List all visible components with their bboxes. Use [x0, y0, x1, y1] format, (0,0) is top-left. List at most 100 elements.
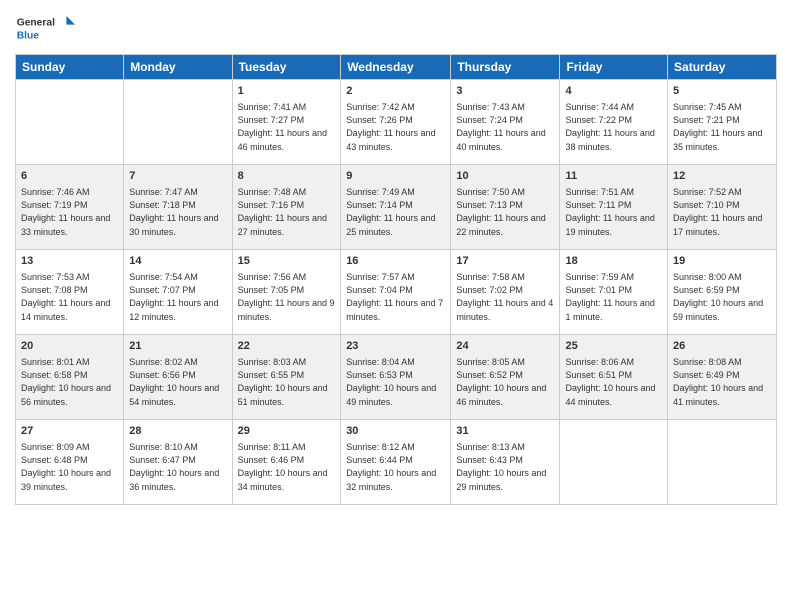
header: General Blue: [15, 10, 777, 46]
calendar-cell: 4 Sunrise: 7:44 AM Sunset: 7:22 PM Daylig…: [560, 80, 668, 165]
day-header-sunday: Sunday: [16, 55, 124, 80]
week-row-4: 27 Sunrise: 8:09 AM Sunset: 6:48 PM Dayli…: [16, 420, 777, 505]
week-row-3: 20 Sunrise: 8:01 AM Sunset: 6:58 PM Dayli…: [16, 335, 777, 420]
day-number: 20: [21, 339, 118, 354]
calendar-cell: 10 Sunrise: 7:50 AM Sunset: 7:13 PM Dayli…: [451, 165, 560, 250]
day-number: 15: [238, 254, 336, 269]
day-info: Sunrise: 7:49 AM Sunset: 7:14 PM Dayligh…: [346, 186, 445, 238]
day-info: Sunrise: 7:52 AM Sunset: 7:10 PM Dayligh…: [673, 186, 771, 238]
week-row-2: 13Sunrise: 7:53 AM Sunset: 7:08 PM Dayli…: [16, 250, 777, 335]
calendar-cell: 6 Sunrise: 7:46 AM Sunset: 7:19 PM Daylig…: [16, 165, 124, 250]
day-header-wednesday: Wednesday: [341, 55, 451, 80]
calendar-cell: 14Sunrise: 7:54 AM Sunset: 7:07 PM Dayli…: [124, 250, 232, 335]
calendar-cell: 21 Sunrise: 8:02 AM Sunset: 6:56 PM Dayli…: [124, 335, 232, 420]
day-info: Sunrise: 7:45 AM Sunset: 7:21 PM Dayligh…: [673, 101, 771, 153]
day-number: 30: [346, 424, 445, 439]
day-info: Sunrise: 7:42 AM Sunset: 7:26 PM Dayligh…: [346, 101, 445, 153]
day-header-monday: Monday: [124, 55, 232, 80]
calendar-cell: 15 Sunrise: 7:56 AM Sunset: 7:05 PM Dayli…: [232, 250, 341, 335]
day-number: 18: [565, 254, 662, 269]
day-info: Sunrise: 8:00 AM Sunset: 6:59 PM Dayligh…: [673, 271, 771, 323]
day-number: 6: [21, 169, 118, 184]
day-info: Sunrise: 8:11 AM Sunset: 6:46 PM Dayligh…: [238, 441, 336, 493]
calendar-cell: 8 Sunrise: 7:48 AM Sunset: 7:16 PM Daylig…: [232, 165, 341, 250]
day-info: Sunrise: 8:09 AM Sunset: 6:48 PM Dayligh…: [21, 441, 118, 493]
day-info: Sunrise: 7:46 AM Sunset: 7:19 PM Dayligh…: [21, 186, 118, 238]
day-number: 19: [673, 254, 771, 269]
day-header-row: SundayMondayTuesdayWednesdayThursdayFrid…: [16, 55, 777, 80]
day-info: Sunrise: 7:44 AM Sunset: 7:22 PM Dayligh…: [565, 101, 662, 153]
day-number: 29: [238, 424, 336, 439]
calendar-cell: 12 Sunrise: 7:52 AM Sunset: 7:10 PM Dayli…: [668, 165, 777, 250]
calendar-cell: [124, 80, 232, 165]
calendar-cell: 7Sunrise: 7:47 AM Sunset: 7:18 PM Daylig…: [124, 165, 232, 250]
day-number: 5: [673, 84, 771, 99]
day-info: Sunrise: 8:08 AM Sunset: 6:49 PM Dayligh…: [673, 356, 771, 408]
day-info: Sunrise: 7:43 AM Sunset: 7:24 PM Dayligh…: [456, 101, 554, 153]
day-number: 23: [346, 339, 445, 354]
day-info: Sunrise: 7:41 AM Sunset: 7:27 PM Dayligh…: [238, 101, 336, 153]
week-row-0: 1 Sunrise: 7:41 AM Sunset: 7:27 PM Daylig…: [16, 80, 777, 165]
day-number: 27: [21, 424, 118, 439]
day-info: Sunrise: 8:04 AM Sunset: 6:53 PM Dayligh…: [346, 356, 445, 408]
day-number: 24: [456, 339, 554, 354]
day-info: Sunrise: 7:51 AM Sunset: 7:11 PM Dayligh…: [565, 186, 662, 238]
calendar-body: 1 Sunrise: 7:41 AM Sunset: 7:27 PM Daylig…: [16, 80, 777, 505]
calendar-cell: [668, 420, 777, 505]
calendar-cell: 23 Sunrise: 8:04 AM Sunset: 6:53 PM Dayli…: [341, 335, 451, 420]
day-number: 4: [565, 84, 662, 99]
day-number: 31: [456, 424, 554, 439]
svg-text:General: General: [17, 17, 55, 28]
calendar-cell: 19 Sunrise: 8:00 AM Sunset: 6:59 PM Dayli…: [668, 250, 777, 335]
day-number: 1: [238, 84, 336, 99]
day-number: 22: [238, 339, 336, 354]
day-number: 13: [21, 254, 118, 269]
page: General Blue SundayMondayTuesdayWednesda…: [0, 0, 792, 612]
calendar-cell: 24 Sunrise: 8:05 AM Sunset: 6:52 PM Dayli…: [451, 335, 560, 420]
calendar-cell: 26 Sunrise: 8:08 AM Sunset: 6:49 PM Dayli…: [668, 335, 777, 420]
calendar-cell: 5 Sunrise: 7:45 AM Sunset: 7:21 PM Daylig…: [668, 80, 777, 165]
day-info: Sunrise: 8:02 AM Sunset: 6:56 PM Dayligh…: [129, 356, 226, 408]
calendar-cell: [16, 80, 124, 165]
svg-text:Blue: Blue: [17, 30, 40, 41]
calendar-cell: 16Sunrise: 7:57 AM Sunset: 7:04 PM Dayli…: [341, 250, 451, 335]
day-info: Sunrise: 8:12 AM Sunset: 6:44 PM Dayligh…: [346, 441, 445, 493]
day-info: Sunrise: 7:47 AM Sunset: 7:18 PM Dayligh…: [129, 186, 226, 238]
day-number: 26: [673, 339, 771, 354]
day-info: Sunrise: 8:10 AM Sunset: 6:47 PM Dayligh…: [129, 441, 226, 493]
day-info: Sunrise: 7:58 AM Sunset: 7:02 PM Dayligh…: [456, 271, 554, 323]
day-info: Sunrise: 7:50 AM Sunset: 7:13 PM Dayligh…: [456, 186, 554, 238]
logo-svg: General Blue: [15, 10, 75, 46]
calendar-cell: 28 Sunrise: 8:10 AM Sunset: 6:47 PM Dayli…: [124, 420, 232, 505]
day-number: 21: [129, 339, 226, 354]
day-info: Sunrise: 8:06 AM Sunset: 6:51 PM Dayligh…: [565, 356, 662, 408]
day-number: 2: [346, 84, 445, 99]
day-header-saturday: Saturday: [668, 55, 777, 80]
logo: General Blue: [15, 10, 75, 46]
calendar-cell: 17Sunrise: 7:58 AM Sunset: 7:02 PM Dayli…: [451, 250, 560, 335]
day-number: 10: [456, 169, 554, 184]
day-number: 12: [673, 169, 771, 184]
day-number: 8: [238, 169, 336, 184]
day-number: 9: [346, 169, 445, 184]
calendar-cell: 2 Sunrise: 7:42 AM Sunset: 7:26 PM Daylig…: [341, 80, 451, 165]
day-info: Sunrise: 7:48 AM Sunset: 7:16 PM Dayligh…: [238, 186, 336, 238]
day-header-tuesday: Tuesday: [232, 55, 341, 80]
calendar-cell: 9 Sunrise: 7:49 AM Sunset: 7:14 PM Daylig…: [341, 165, 451, 250]
day-number: 25: [565, 339, 662, 354]
day-header-friday: Friday: [560, 55, 668, 80]
day-number: 16: [346, 254, 445, 269]
day-info: Sunrise: 8:01 AM Sunset: 6:58 PM Dayligh…: [21, 356, 118, 408]
calendar: SundayMondayTuesdayWednesdayThursdayFrid…: [15, 54, 777, 505]
day-number: 28: [129, 424, 226, 439]
day-info: Sunrise: 7:56 AM Sunset: 7:05 PM Dayligh…: [238, 271, 336, 323]
day-info: Sunrise: 8:05 AM Sunset: 6:52 PM Dayligh…: [456, 356, 554, 408]
day-info: Sunrise: 7:59 AM Sunset: 7:01 PM Dayligh…: [565, 271, 662, 323]
calendar-cell: 11Sunrise: 7:51 AM Sunset: 7:11 PM Dayli…: [560, 165, 668, 250]
calendar-cell: 20 Sunrise: 8:01 AM Sunset: 6:58 PM Dayli…: [16, 335, 124, 420]
calendar-cell: 13Sunrise: 7:53 AM Sunset: 7:08 PM Dayli…: [16, 250, 124, 335]
calendar-cell: 3Sunrise: 7:43 AM Sunset: 7:24 PM Daylig…: [451, 80, 560, 165]
calendar-cell: 18 Sunrise: 7:59 AM Sunset: 7:01 PM Dayli…: [560, 250, 668, 335]
calendar-cell: 22Sunrise: 8:03 AM Sunset: 6:55 PM Dayli…: [232, 335, 341, 420]
calendar-cell: 1 Sunrise: 7:41 AM Sunset: 7:27 PM Daylig…: [232, 80, 341, 165]
